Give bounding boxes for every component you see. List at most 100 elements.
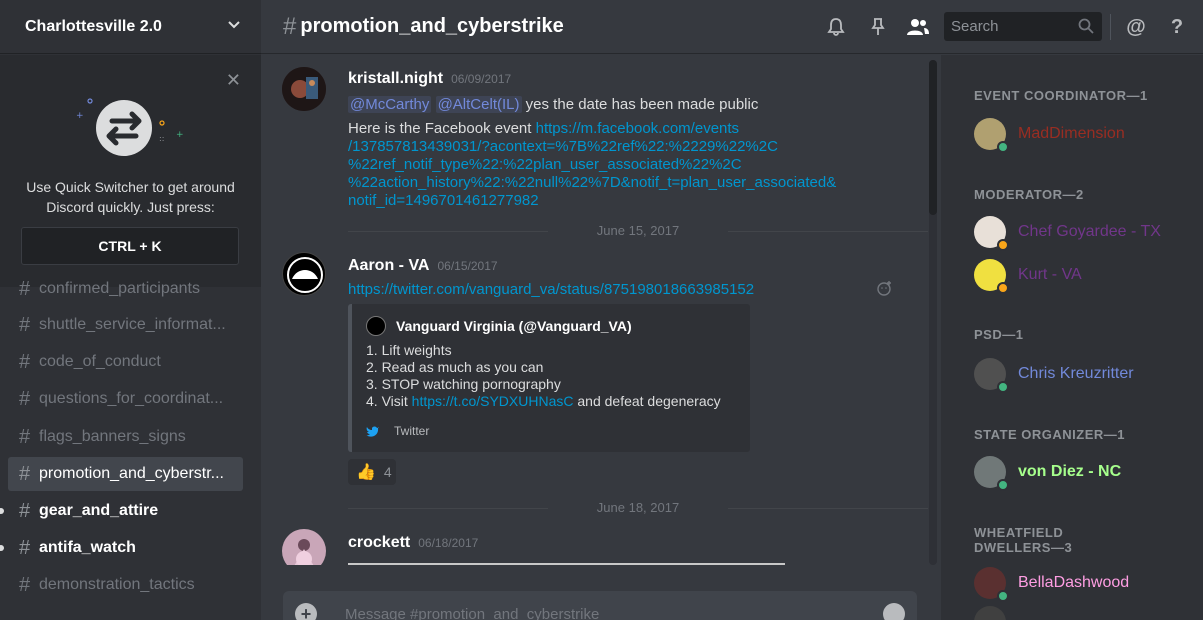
channel-item[interactable]: # gear_and_attire: [8, 494, 243, 528]
channel-name[interactable]: questions_for_coordinat...: [39, 390, 223, 408]
message-link[interactable]: notif_id=1496701461277982: [348, 192, 539, 210]
author-name[interactable]: Aaron - VA: [348, 257, 429, 274]
channel-name[interactable]: code_of_conduct: [39, 353, 161, 371]
message-input[interactable]: [345, 603, 845, 620]
embed-link[interactable]: https://t.co/SYDXUHNasC: [412, 393, 574, 409]
message-link[interactable]: %22action_history%22:%22null%22%7D&notif…: [348, 174, 836, 192]
channel-name[interactable]: demonstration_tactics: [39, 576, 195, 594]
user-mention[interactable]: @McCarthy: [348, 96, 432, 113]
member-item[interactable]: [974, 605, 1018, 620]
member-name[interactable]: Kurt - VA: [1018, 266, 1082, 284]
message-composer: +: [283, 591, 917, 620]
message-author[interactable]: Aaron - VA 06/15/2017: [348, 257, 498, 275]
quick-switcher-shortcut[interactable]: CTRL + K: [21, 227, 239, 265]
tweet-embed: Vanguard Virginia (@Vanguard_VA) 1. Lift…: [348, 304, 750, 452]
channel-item[interactable]: # antifa_watch: [8, 531, 243, 565]
svg-text:+: +: [76, 111, 84, 121]
reaction-button[interactable]: 👍 4: [348, 459, 396, 485]
search-input[interactable]: [944, 12, 1074, 41]
author-name[interactable]: kristall.night: [348, 70, 443, 87]
avatar[interactable]: [282, 252, 326, 296]
embed-author[interactable]: Vanguard Virginia (@Vanguard_VA): [366, 316, 632, 336]
channel-name[interactable]: antifa_watch: [39, 539, 136, 557]
message-author[interactable]: crockett 06/18/2017: [348, 534, 478, 552]
channel-name[interactable]: confirmed_participants: [39, 280, 200, 298]
member-name[interactable]: BellaDashwood: [1018, 574, 1129, 592]
members-icon[interactable]: [906, 15, 930, 39]
bell-icon[interactable]: [824, 15, 848, 39]
image-attachment[interactable]: [348, 563, 785, 565]
channel-item[interactable]: # questions_for_coordinat...: [8, 382, 243, 416]
pin-icon[interactable]: [866, 15, 890, 39]
svg-text:::: ::: [159, 134, 164, 143]
reaction-count: 4: [383, 464, 392, 480]
member-item[interactable]: Kurt - VA: [974, 258, 1082, 294]
embed-author-name[interactable]: Vanguard Virginia (@Vanguard_VA): [396, 318, 632, 334]
message-timestamp: 06/15/2017: [437, 259, 498, 273]
channel-item[interactable]: # demonstration_tactics: [8, 568, 243, 602]
emoji-icon[interactable]: [883, 603, 905, 620]
avatar[interactable]: [282, 529, 326, 565]
channel-item[interactable]: # code_of_conduct: [8, 345, 243, 379]
member-item[interactable]: MadDimension: [974, 117, 1125, 153]
message-link[interactable]: https://m.facebook.com/events: [536, 120, 739, 137]
channel-item[interactable]: # shuttle_service_informat...: [8, 308, 243, 342]
channel-name[interactable]: promotion_and_cyberstr...: [39, 465, 224, 483]
member-name[interactable]: von Diez - NC: [1018, 463, 1121, 481]
message-link[interactable]: /137857813439031/?acontext=%7B%22ref%22:…: [348, 138, 778, 156]
avatar: [974, 567, 1009, 602]
channel-hash-icon: #: [19, 573, 31, 596]
avatar: [974, 118, 1009, 153]
channel-item[interactable]: # confirmed_participants: [8, 272, 243, 306]
add-attachment-icon[interactable]: +: [295, 603, 317, 620]
user-mention[interactable]: @AltCelt(IL): [435, 96, 522, 113]
channel-item[interactable]: # promotion_and_cyberstr...: [8, 457, 243, 491]
role-header: EVENT COORDINATOR—1: [974, 88, 1148, 103]
chat-header: # promotion_and_cyberstrike @ ?: [261, 0, 1203, 54]
server-header[interactable]: Charlottesville 2.0: [0, 0, 261, 54]
status-online-icon: [997, 479, 1009, 491]
member-name[interactable]: MadDimension: [1018, 125, 1125, 143]
member-item[interactable]: Chef Goyardee - TX: [974, 215, 1161, 251]
channel-item[interactable]: # flags_banners_signs: [8, 420, 243, 454]
channel-hash-icon: #: [19, 350, 31, 373]
channel-name[interactable]: shuttle_service_informat...: [39, 316, 226, 334]
help-icon[interactable]: ?: [1165, 15, 1189, 39]
scrollbar-thumb[interactable]: [929, 60, 937, 215]
chevron-down-icon: [228, 21, 240, 29]
channel-hash-icon: #: [19, 425, 31, 448]
message-timestamp: 06/09/2017: [451, 72, 512, 86]
member-item[interactable]: Chris Kreuzritter: [974, 357, 1134, 393]
member-item[interactable]: BellaDashwood: [974, 566, 1129, 602]
author-name[interactable]: crockett: [348, 534, 410, 551]
close-icon[interactable]: ✕: [226, 71, 241, 89]
message-timestamp: 06/18/2017: [418, 536, 479, 550]
message-list: kristall.night 06/09/2017 @McCarthy @AltC…: [261, 55, 941, 565]
svg-text:+: +: [176, 130, 184, 140]
channel-hash-icon: #: [19, 313, 31, 336]
member-name[interactable]: Chris Kreuzritter: [1018, 365, 1134, 383]
message-author[interactable]: kristall.night 06/09/2017: [348, 70, 511, 88]
channel-hash-icon: #: [19, 387, 31, 410]
avatar: [974, 259, 1009, 294]
channel-sidebar: Charlottesville 2.0 ✕ + + :: Use Quick S…: [0, 0, 261, 620]
avatar[interactable]: [282, 67, 326, 111]
message-scrollbar[interactable]: [929, 60, 937, 565]
message-link[interactable]: %22ref_notif_type%22:%22plan_user_associ…: [348, 156, 742, 174]
header-divider: [1110, 14, 1111, 40]
channel-name[interactable]: gear_and_attire: [39, 502, 158, 520]
channel-name[interactable]: flags_banners_signs: [39, 428, 186, 446]
embed-text-line: 1. Lift weights: [366, 342, 452, 358]
channel-hash-icon: #: [19, 499, 31, 522]
status-idle-icon: [997, 282, 1009, 294]
mention-icon[interactable]: @: [1124, 15, 1148, 39]
member-name[interactable]: Chef Goyardee - TX: [1018, 223, 1161, 241]
add-reaction-icon[interactable]: [877, 280, 893, 296]
status-online-icon: [997, 590, 1009, 602]
quick-switcher-line-2: Discord quickly. Just press:: [46, 199, 215, 215]
channel-hash-icon: #: [19, 462, 31, 485]
message-body: yes the date has been made public: [525, 96, 759, 113]
embed-text-line: 2. Read as much as you can: [366, 359, 544, 375]
message-link[interactable]: https://twitter.com/vanguard_va/status/8…: [348, 281, 754, 299]
member-item[interactable]: von Diez - NC: [974, 455, 1121, 491]
